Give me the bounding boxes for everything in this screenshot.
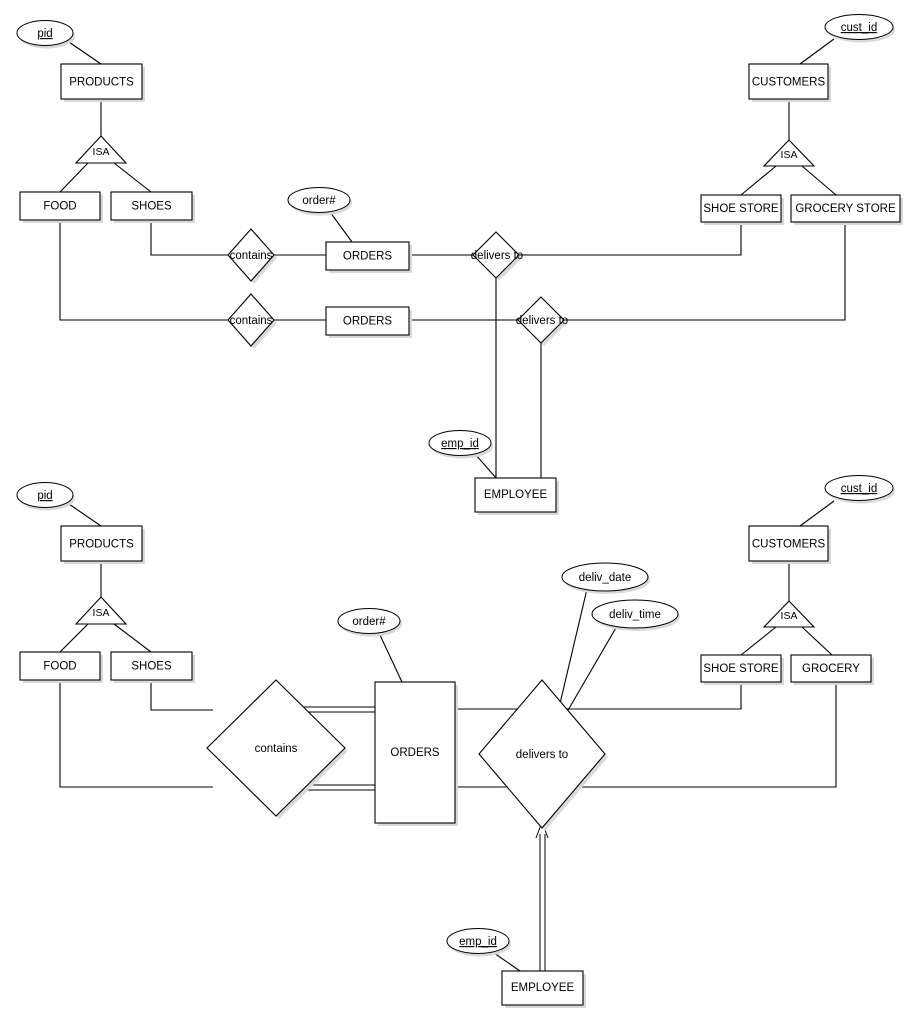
attribute-label: emp_id [441, 438, 479, 450]
bottom-entity-orders[interactable]: ORDERS [374, 681, 458, 826]
relationship-label: contains [255, 743, 298, 755]
top-isa-products: ISA [74, 135, 128, 164]
attribute-label: deliv_time [609, 609, 661, 621]
entity-label: FOOD [43, 201, 76, 213]
bottom-edge-food-contains [59, 680, 213, 788]
bottom-entity-shoe-store[interactable]: SHOE STORE [700, 654, 784, 685]
bottom-relationship-contains[interactable]: contains [206, 679, 348, 819]
relationship-label: delivers to [516, 315, 568, 327]
top-entity-shoes[interactable]: SHOES [110, 191, 195, 223]
top-attribute-pid[interactable]: pid [16, 20, 75, 49]
bottom-isa-products: ISA [74, 596, 128, 625]
top-edges-products [59, 39, 152, 193]
attribute-label: cust_id [841, 22, 877, 34]
relationship-label: contains [230, 250, 273, 262]
bottom-entity-employee[interactable]: EMPLOYEE [501, 970, 586, 1008]
bottom-isa-customers: ISA [762, 600, 816, 628]
bottom-attribute-pid[interactable]: pid [16, 482, 75, 511]
entity-label: GROCERY [802, 663, 860, 675]
bottom-edge-shoes-contains [150, 680, 213, 711]
entity-label: ORDERS [390, 747, 440, 759]
top-relationship-contains-lower[interactable]: contains [227, 293, 277, 349]
er-diagram-svg: ISA ISA PRODUCTS FOOD SHOES ORDERS ORDER… [16, 14, 903, 1008]
bottom-edge-contains-orders-upper [298, 706, 375, 713]
entity-label: EMPLOYEE [484, 489, 548, 501]
bottom-entity-grocery[interactable]: GROCERY [790, 654, 874, 685]
top-attribute-cust-id[interactable]: cust_id [824, 14, 895, 43]
top-edge-shoes-contains-upper [150, 220, 228, 256]
entity-label: SHOE STORE [703, 663, 779, 675]
entity-label: FOOD [43, 661, 76, 673]
bottom-attribute-deliv-date[interactable]: deliv_date [561, 562, 650, 594]
bottom-attribute-deliv-time[interactable]: deliv_time [591, 599, 680, 631]
attribute-label: order# [352, 616, 386, 628]
bottom-relationship-delivers-to[interactable]: delivers to [478, 679, 608, 831]
top-isa-customers: ISA [762, 139, 816, 167]
top-edges-customers [740, 38, 837, 196]
attribute-label: pid [37, 28, 52, 40]
top-entity-orders-upper[interactable]: ORDERS [325, 241, 412, 273]
isa-label: ISA [93, 146, 110, 158]
entity-label: GROCERY STORE [795, 203, 896, 215]
top-entity-products[interactable]: PRODUCTS [60, 63, 145, 102]
bottom-edge-delivdate-delivers [557, 588, 588, 713]
top-entity-shoe-store[interactable]: SHOE STORE [700, 194, 784, 225]
bottom-entity-shoes[interactable]: SHOES [110, 651, 195, 683]
relationship-label: contains [230, 315, 273, 327]
bottom-attribute-order-number[interactable]: order# [337, 608, 402, 637]
bottom-edge-delivers-grocery [565, 679, 837, 788]
entity-label: ORDERS [343, 251, 393, 263]
entity-label: ORDERS [343, 316, 393, 328]
top-edge-delivers-upper-shoestore [519, 222, 742, 256]
attribute-label: order# [302, 195, 336, 207]
entity-label: PRODUCTS [69, 539, 134, 551]
top-relationship-delivers-to-upper[interactable]: delivers to [471, 231, 523, 281]
bottom-entity-food[interactable]: FOOD [19, 651, 103, 683]
attribute-label: pid [37, 490, 52, 502]
entity-label: SHOES [131, 661, 172, 673]
bottom-attribute-cust-id[interactable]: cust_id [824, 475, 895, 504]
top-entity-food[interactable]: FOOD [19, 191, 103, 223]
top-edge-delivers-lower-grocery [564, 222, 846, 321]
isa-label: ISA [93, 607, 110, 619]
bottom-edges-customers [740, 500, 835, 656]
top-entity-orders-lower[interactable]: ORDERS [325, 306, 412, 338]
bottom-entity-customers[interactable]: CUSTOMERS [748, 525, 831, 564]
er-diagram-canvas: ISA ISA PRODUCTS FOOD SHOES ORDERS ORDER… [0, 0, 915, 1022]
top-relationship-delivers-to-lower[interactable]: delivers to [516, 296, 568, 346]
bottom-attribute-emp-id[interactable]: emp_id [446, 928, 511, 957]
bottom-edge-empid-employee [493, 952, 521, 972]
bottom-edges-products [59, 501, 152, 653]
bottom-entity-products[interactable]: PRODUCTS [60, 525, 145, 564]
isa-label: ISA [781, 149, 798, 161]
bottom-edge-employee-delivers-arrow [535, 820, 549, 971]
top-edge-ordernum-orders [329, 211, 353, 243]
entity-label: EMPLOYEE [511, 982, 575, 994]
top-relationship-contains-upper[interactable]: contains [227, 228, 277, 284]
bottom-edge-ordernum-orders [378, 632, 403, 683]
entity-label: SHOES [131, 201, 172, 213]
top-attribute-order-number[interactable]: order# [287, 187, 352, 216]
entity-label: CUSTOMERS [752, 539, 826, 551]
entity-label: SHOE STORE [703, 203, 779, 215]
isa-label: ISA [781, 610, 798, 622]
relationship-label: delivers to [516, 749, 568, 761]
relationship-label: delivers to [471, 250, 523, 262]
top-entity-customers[interactable]: CUSTOMERS [748, 63, 831, 102]
top-entity-grocery-store[interactable]: GROCERY STORE [790, 194, 903, 225]
attribute-label: emp_id [459, 936, 497, 948]
top-entity-employee[interactable]: EMPLOYEE [474, 477, 559, 515]
top-attribute-emp-id[interactable]: emp_id [428, 430, 493, 459]
top-edge-food-contains-lower [59, 220, 228, 321]
attribute-label: cust_id [841, 483, 877, 495]
top-edge-empid-employee [475, 454, 497, 479]
attribute-label: deliv_date [579, 572, 631, 584]
entity-label: PRODUCTS [69, 77, 134, 89]
entity-label: CUSTOMERS [752, 77, 826, 89]
